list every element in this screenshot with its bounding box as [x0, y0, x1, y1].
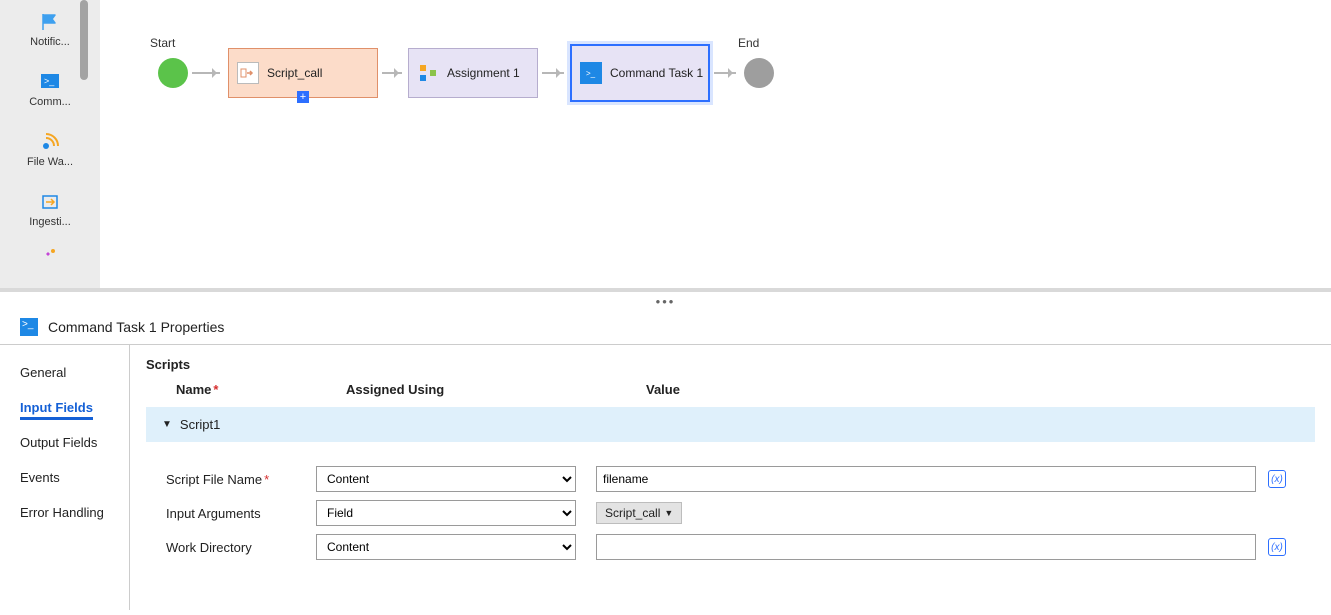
- ingestion-icon: [39, 192, 61, 212]
- palette-item-extra[interactable]: [0, 240, 100, 268]
- field-label: Script File Name*: [166, 472, 316, 487]
- section-title: Scripts: [146, 357, 1315, 372]
- node-title: Assignment 1: [447, 66, 520, 80]
- caret-down-icon: ▼: [162, 419, 172, 430]
- properties-tabs: General Input Fields Output Fields Event…: [0, 345, 130, 610]
- satellite-icon: [39, 132, 61, 152]
- script-accordion-row[interactable]: ▼ Script1: [146, 407, 1315, 442]
- start-label: Start: [150, 36, 175, 50]
- palette-item-label: Ingesti...: [29, 216, 71, 228]
- tab-general[interactable]: General: [0, 355, 129, 390]
- assignment-icon: [417, 62, 439, 84]
- subprocess-icon: [237, 62, 259, 84]
- palette-item-label: Notific...: [30, 36, 70, 48]
- palette-item-ingestion[interactable]: Ingesti...: [0, 180, 100, 240]
- canvas-area: Notific... >_ Comm... File Wa... Ingesti…: [0, 0, 1331, 292]
- form-row-input-arguments: Input Arguments Field Content Script_cal…: [146, 496, 1315, 530]
- assigned-using-select[interactable]: Field Content: [316, 500, 576, 526]
- svg-text:>_: >_: [586, 69, 596, 78]
- palette-item-file-wait[interactable]: File Wa...: [0, 120, 100, 180]
- palette-item-label: Comm...: [29, 96, 71, 108]
- flag-icon: [39, 12, 61, 32]
- terminal-icon: [20, 318, 38, 336]
- end-label: End: [738, 36, 759, 50]
- start-node[interactable]: [158, 58, 188, 88]
- tab-output-fields[interactable]: Output Fields: [0, 425, 129, 460]
- properties-main: Scripts Name* Assigned Using Value ▼ Scr…: [130, 345, 1331, 610]
- terminal-icon: >_: [580, 62, 602, 84]
- assignment-node[interactable]: Assignment 1: [408, 48, 538, 98]
- scripts-grid-header: Name* Assigned Using Value: [146, 378, 1315, 401]
- caret-down-icon: ▼: [664, 508, 673, 518]
- tab-error-handling[interactable]: Error Handling: [0, 495, 129, 530]
- add-branch-icon[interactable]: +: [297, 91, 309, 103]
- flow-arrow: [542, 72, 564, 74]
- expression-icon[interactable]: (x): [1268, 538, 1286, 556]
- end-node[interactable]: [744, 58, 774, 88]
- task-palette: Notific... >_ Comm... File Wa... Ingesti…: [0, 0, 100, 288]
- script-call-node[interactable]: Script_call +: [228, 48, 378, 98]
- script-form: Script File Name* Content Field (x) Inpu…: [146, 462, 1315, 564]
- assigned-using-select[interactable]: Content Field: [316, 534, 576, 560]
- col-value: Value: [646, 382, 1285, 397]
- col-assigned-using: Assigned Using: [346, 382, 646, 397]
- properties-header: Command Task 1 Properties: [0, 310, 1331, 345]
- command-task-node[interactable]: >_ Command Task 1: [570, 44, 710, 102]
- assigned-using-select[interactable]: Content Field: [316, 466, 576, 492]
- flow-arrow: [382, 72, 402, 74]
- workflow-canvas[interactable]: Start Script_call + Assignment 1 >_ Comm…: [100, 0, 1331, 288]
- expression-icon[interactable]: (x): [1268, 470, 1286, 488]
- palette-item-label: File Wa...: [27, 156, 73, 168]
- node-title: Script_call: [267, 66, 322, 80]
- script-name: Script1: [180, 417, 220, 432]
- properties-body: General Input Fields Output Fields Event…: [0, 345, 1331, 610]
- form-row-work-directory: Work Directory Content Field (x): [146, 530, 1315, 564]
- form-row-script-file-name: Script File Name* Content Field (x): [146, 462, 1315, 496]
- node-title: Command Task 1: [610, 66, 703, 80]
- input-arguments-field-picker[interactable]: Script_call▼: [596, 502, 682, 524]
- work-directory-input[interactable]: [596, 534, 1256, 560]
- flow-arrow: [714, 72, 736, 74]
- tab-input-fields[interactable]: Input Fields: [0, 390, 129, 425]
- field-label: Input Arguments: [166, 506, 316, 521]
- properties-title: Command Task 1 Properties: [48, 319, 224, 335]
- palette-scrollbar[interactable]: [80, 0, 88, 80]
- sparkle-icon: [39, 244, 61, 264]
- field-label: Work Directory: [166, 540, 316, 555]
- flow-arrow: [192, 72, 220, 74]
- svg-text:>_: >_: [44, 76, 55, 86]
- tab-events[interactable]: Events: [0, 460, 129, 495]
- required-indicator: *: [213, 382, 218, 397]
- panel-resize-handle[interactable]: •••: [0, 292, 1331, 310]
- terminal-icon: >_: [39, 72, 61, 92]
- script-file-name-input[interactable]: [596, 466, 1256, 492]
- col-name: Name: [176, 382, 211, 397]
